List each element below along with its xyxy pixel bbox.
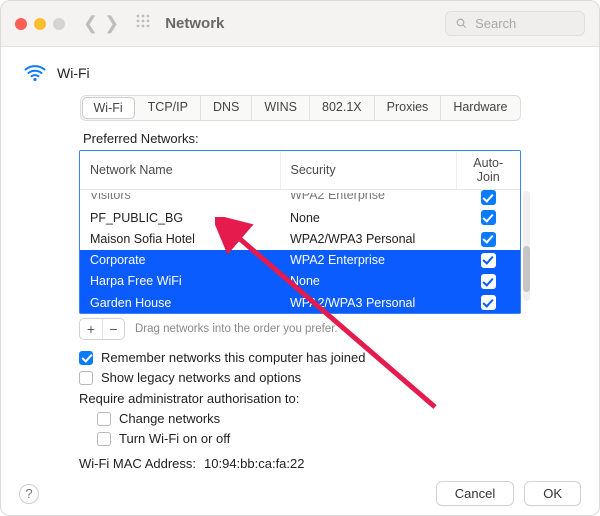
back-icon[interactable]: ❮ xyxy=(81,13,100,34)
cell-auto-join xyxy=(456,271,520,292)
preferred-networks-label: Preferred Networks: xyxy=(83,131,521,146)
cell-security: WPA2/WPA3 Personal xyxy=(280,292,456,313)
wifi-header: Wi-Fi xyxy=(23,61,577,85)
cell-auto-join xyxy=(456,190,520,208)
help-button[interactable]: ? xyxy=(19,484,39,504)
footer: ? Cancel OK xyxy=(1,481,599,506)
window-title: Network xyxy=(165,15,224,32)
wifi-icon xyxy=(23,61,47,85)
mac-address-row: Wi-Fi MAC Address: 10:94:bb:ca:fa:22 xyxy=(79,456,521,471)
remove-network-button[interactable]: − xyxy=(102,319,124,339)
show-legacy-label: Show legacy networks and options xyxy=(101,370,301,385)
tab-proxies[interactable]: Proxies xyxy=(375,96,442,120)
add-network-button[interactable]: + xyxy=(80,319,102,339)
search-icon xyxy=(456,17,467,30)
cell-network-name: Garden House xyxy=(80,292,280,313)
cancel-button[interactable]: Cancel xyxy=(436,481,514,506)
require-admin-label: Require administrator authorisation to: xyxy=(79,391,521,406)
table-row[interactable]: Garden HouseWPA2/WPA3 Personal xyxy=(80,292,520,313)
cell-security: WPA2/WPA3 Personal xyxy=(280,228,456,249)
tab-tcp-ip[interactable]: TCP/IP xyxy=(136,96,201,120)
table-row[interactable]: VisitorsWPA2 Enterprise xyxy=(80,190,520,208)
cell-network-name: Corporate xyxy=(80,250,280,271)
autojoin-checkbox[interactable] xyxy=(481,274,496,289)
forward-icon: ❯ xyxy=(102,13,121,34)
remember-networks-checkbox[interactable] xyxy=(79,351,93,365)
cell-auto-join xyxy=(456,207,520,228)
cell-network-name: Visitors xyxy=(80,190,280,208)
col-auto-join[interactable]: Auto-Join xyxy=(456,151,520,190)
show-all-icon[interactable] xyxy=(135,13,151,34)
col-network-name[interactable]: Network Name xyxy=(80,151,280,190)
add-remove-buttons: + − xyxy=(79,318,125,340)
wifi-section: Preferred Networks: Network Name Securit… xyxy=(23,131,577,471)
table-row[interactable]: Maison Sofia HotelWPA2/WPA3 Personal xyxy=(80,228,520,249)
cell-network-name: Harpa Free WiFi xyxy=(80,271,280,292)
mac-address-value: 10:94:bb:ca:fa:22 xyxy=(204,456,304,471)
window-controls xyxy=(15,18,65,30)
cell-auto-join xyxy=(456,228,520,249)
add-remove-bar: + − Drag networks into the order you pre… xyxy=(79,318,521,340)
cell-network-name: Maison Sofia Hotel xyxy=(80,228,280,249)
remember-networks-label: Remember networks this computer has join… xyxy=(101,350,365,365)
scrollbar-thumb[interactable] xyxy=(523,246,530,292)
zoom-window-icon xyxy=(53,18,65,30)
cell-auto-join xyxy=(456,250,520,271)
tabs: Wi-FiTCP/IPDNSWINS802.1XProxiesHardware xyxy=(80,95,521,121)
minimize-window-icon[interactable] xyxy=(34,18,46,30)
search-input[interactable] xyxy=(473,15,574,32)
table-row[interactable]: Harpa Free WiFiNone xyxy=(80,271,520,292)
autojoin-checkbox[interactable] xyxy=(481,210,496,225)
cell-security: None xyxy=(280,271,456,292)
options: Remember networks this computer has join… xyxy=(79,350,521,446)
cell-security: WPA2 Enterprise xyxy=(280,250,456,271)
preferred-networks-table[interactable]: Network Name Security Auto-Join Visitors… xyxy=(79,150,521,314)
autojoin-checkbox[interactable] xyxy=(481,190,496,205)
drag-hint: Drag networks into the order you prefer. xyxy=(135,323,338,335)
tab-wi-fi[interactable]: Wi-Fi xyxy=(82,97,135,119)
change-networks-row[interactable]: Change networks xyxy=(97,411,521,426)
ok-button[interactable]: OK xyxy=(524,481,581,506)
change-networks-label: Change networks xyxy=(119,411,220,426)
system-prefs-window: ❮ ❯ Network Wi-Fi Wi-FiTCP/IPDNSWINS802.… xyxy=(0,0,600,516)
turn-wifi-label: Turn Wi-Fi on or off xyxy=(119,431,230,446)
close-window-icon[interactable] xyxy=(15,18,27,30)
cell-security: None xyxy=(280,207,456,228)
search-field[interactable] xyxy=(445,11,585,36)
cell-security: WPA2 Enterprise xyxy=(280,190,456,208)
cell-network-name: PF_PUBLIC_BG xyxy=(80,207,280,228)
turn-wifi-checkbox[interactable] xyxy=(97,432,111,446)
autojoin-checkbox[interactable] xyxy=(481,232,496,247)
titlebar: ❮ ❯ Network xyxy=(1,1,599,47)
show-legacy-row[interactable]: Show legacy networks and options xyxy=(79,370,521,385)
change-networks-checkbox[interactable] xyxy=(97,412,111,426)
turn-wifi-row[interactable]: Turn Wi-Fi on or off xyxy=(97,431,521,446)
tab-hardware[interactable]: Hardware xyxy=(441,96,519,120)
mac-address-label: Wi-Fi MAC Address: xyxy=(79,456,196,471)
autojoin-checkbox[interactable] xyxy=(481,295,496,310)
tab-dns[interactable]: DNS xyxy=(201,96,252,120)
tab-wins[interactable]: WINS xyxy=(252,96,310,120)
nav-arrows: ❮ ❯ xyxy=(81,13,121,34)
show-legacy-checkbox[interactable] xyxy=(79,371,93,385)
table-row[interactable]: PF_PUBLIC_BGNone xyxy=(80,207,520,228)
tab-802-1x[interactable]: 802.1X xyxy=(310,96,375,120)
content: Wi-Fi Wi-FiTCP/IPDNSWINS802.1XProxiesHar… xyxy=(1,47,599,471)
table-row[interactable]: CorporateWPA2 Enterprise xyxy=(80,250,520,271)
autojoin-checkbox[interactable] xyxy=(481,253,496,268)
cell-auto-join xyxy=(456,292,520,313)
col-security[interactable]: Security xyxy=(280,151,456,190)
interface-label: Wi-Fi xyxy=(57,65,90,81)
remember-networks-row[interactable]: Remember networks this computer has join… xyxy=(79,350,521,365)
